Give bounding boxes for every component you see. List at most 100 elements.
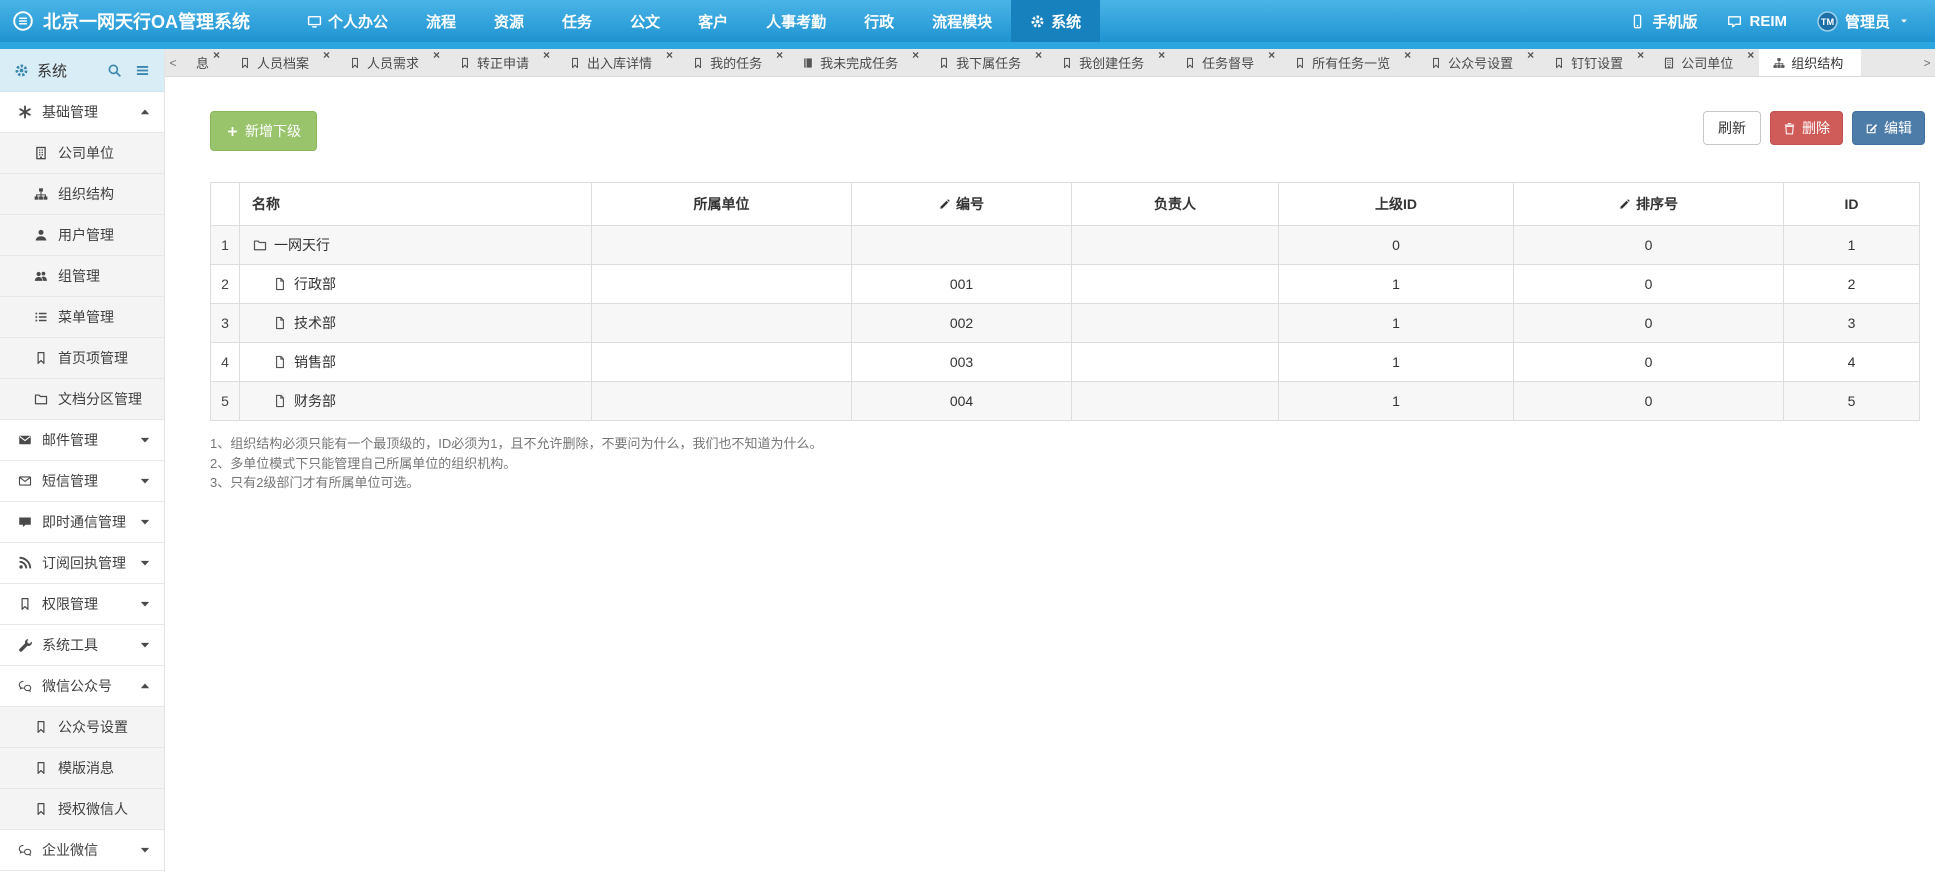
nav-item-0[interactable]: 个人办公 xyxy=(288,0,407,42)
close-icon[interactable]: × xyxy=(666,49,673,62)
user-name: 管理员 xyxy=(1844,13,1890,31)
note-line-2: 3、只有2级部门才有所属单位可选。 xyxy=(210,475,420,490)
sidebar-item-14[interactable]: 微信公众号 xyxy=(0,666,164,707)
tab-5[interactable]: 我的任务 × xyxy=(678,49,788,76)
sidebar-item-6[interactable]: 首页项管理 xyxy=(0,338,164,379)
close-icon[interactable]: × xyxy=(213,49,220,62)
cell-sort: 0 xyxy=(1513,225,1784,265)
close-icon[interactable]: × xyxy=(1268,49,1275,62)
close-icon[interactable]: × xyxy=(776,49,783,62)
sidebar-item-0[interactable]: 基础管理 xyxy=(0,92,164,133)
bookmark-icon xyxy=(692,57,704,69)
reim-link[interactable]: REIM xyxy=(1727,13,1787,30)
bookmark-icon xyxy=(32,761,49,775)
cell-value: 3 xyxy=(1847,315,1856,331)
table-row-1[interactable]: 2 行政部 001 1 0 2 xyxy=(210,264,1920,304)
close-icon[interactable]: × xyxy=(1527,49,1534,62)
refresh-button[interactable]: 刷新 xyxy=(1703,111,1761,145)
tab-6[interactable]: 我未完成任务 × xyxy=(788,49,924,76)
user-menu[interactable]: TM 管理员 xyxy=(1817,10,1909,32)
nav-item-2[interactable]: 资源 xyxy=(475,0,543,42)
cell-name: 销售部 xyxy=(239,342,592,382)
tab-4[interactable]: 出入库详情 × xyxy=(555,49,678,76)
close-icon[interactable]: × xyxy=(1747,49,1754,62)
tab-label: 公司单位 xyxy=(1681,56,1734,71)
search-icon[interactable] xyxy=(107,63,122,78)
tab-scroll-right[interactable]: > xyxy=(1919,49,1935,76)
tab-14[interactable]: 组织结构 xyxy=(1759,49,1862,76)
sidebar-item-7[interactable]: 文档分区管理 xyxy=(0,379,164,420)
tab-8[interactable]: 我创建任务 × xyxy=(1047,49,1170,76)
sidebar-item-17[interactable]: 授权微信人 xyxy=(0,789,164,830)
delete-button[interactable]: 删除 xyxy=(1770,111,1843,145)
tab-13[interactable]: 公司单位 × xyxy=(1649,49,1759,76)
table-row-0[interactable]: 1 一网天行 0 0 1 xyxy=(210,225,1920,265)
sidebar-item-15[interactable]: 公众号设置 xyxy=(0,707,164,748)
nav-item-1[interactable]: 流程 xyxy=(407,0,475,42)
nav-item-label: 流程模块 xyxy=(932,13,993,31)
nav-item-4[interactable]: 公文 xyxy=(611,0,679,42)
mobile-version-label: 手机版 xyxy=(1652,13,1698,31)
close-icon[interactable]: × xyxy=(543,49,550,62)
tab-1[interactable]: 人员档案 × xyxy=(225,49,335,76)
close-icon[interactable]: × xyxy=(1404,49,1411,62)
nav-item-5[interactable]: 客户 xyxy=(679,0,747,42)
tab-scroll-left[interactable]: < xyxy=(165,49,181,76)
gear-icon xyxy=(14,63,29,78)
sidebar-item-8[interactable]: 邮件管理 xyxy=(0,420,164,461)
bookmark-icon xyxy=(1184,57,1196,69)
nav-item-7[interactable]: 行政 xyxy=(845,0,913,42)
mobile-version-link[interactable]: 手机版 xyxy=(1630,11,1697,32)
nav-item-9[interactable]: 系统 xyxy=(1011,0,1101,42)
sidebar-item-label: 权限管理 xyxy=(42,596,98,612)
sidebar-item-5[interactable]: 菜单管理 xyxy=(0,297,164,338)
tab-9[interactable]: 任务督导 × xyxy=(1170,49,1280,76)
tab-0[interactable]: 息 × xyxy=(181,49,225,76)
close-icon[interactable]: × xyxy=(1035,49,1042,62)
sidebar-item-9[interactable]: 短信管理 xyxy=(0,461,164,502)
table-row-2[interactable]: 3 技术部 002 1 0 3 xyxy=(210,303,1920,343)
menu-toggle-icon[interactable] xyxy=(135,63,150,78)
col-header-7: ID xyxy=(1783,182,1920,226)
sidebar-item-3[interactable]: 用户管理 xyxy=(0,215,164,256)
close-icon[interactable]: × xyxy=(323,49,330,62)
tab-2[interactable]: 人员需求 × xyxy=(335,49,445,76)
edit-button[interactable]: 编辑 xyxy=(1852,111,1925,145)
bookmark-icon xyxy=(16,597,33,611)
sidebar-item-label: 菜单管理 xyxy=(58,309,114,325)
sidebar-item-4[interactable]: 组管理 xyxy=(0,256,164,297)
close-icon[interactable]: × xyxy=(912,49,919,62)
bookmark-icon xyxy=(1061,57,1073,69)
table-header-row: 名称 所属单位 编号 负责人 上级ID 排序号 ID xyxy=(210,182,1920,226)
sidebar-item-2[interactable]: 组织结构 xyxy=(0,174,164,215)
cell-parent_id: 1 xyxy=(1278,264,1514,304)
col-header-5: 上级ID xyxy=(1278,182,1514,226)
sidebar-item-16[interactable]: 模版消息 xyxy=(0,748,164,789)
table-row-4[interactable]: 5 财务部 004 1 0 5 xyxy=(210,381,1920,421)
close-icon[interactable]: × xyxy=(1158,49,1165,62)
sidebar-item-13[interactable]: 系统工具 xyxy=(0,625,164,666)
sidebar-item-1[interactable]: 公司单位 xyxy=(0,133,164,174)
tab-3[interactable]: 转正申请 × xyxy=(445,49,555,76)
sidebar-item-18[interactable]: 企业微信 xyxy=(0,830,164,871)
sidebar-item-11[interactable]: 订阅回执管理 xyxy=(0,543,164,584)
footnotes: 1、组织结构必须只能有一个最顶级的，ID必须为1，且不允许删除，不要问为什么，我… xyxy=(210,434,1925,493)
bookmark-icon xyxy=(349,57,361,69)
cell-code: 001 xyxy=(851,264,1072,304)
nav-item-8[interactable]: 流程模块 xyxy=(913,0,1011,42)
nav-item-6[interactable]: 人事考勤 xyxy=(747,0,845,42)
caret-down-icon xyxy=(136,556,153,570)
close-icon[interactable]: × xyxy=(1637,49,1644,62)
cell-sort: 0 xyxy=(1513,303,1784,343)
cell-unit xyxy=(591,303,852,343)
nav-item-3[interactable]: 任务 xyxy=(543,0,611,42)
close-icon[interactable]: × xyxy=(433,49,440,62)
tab-12[interactable]: 钉钉设置 × xyxy=(1539,49,1649,76)
add-child-button[interactable]: 新增下级 xyxy=(210,111,317,151)
tab-11[interactable]: 公众号设置 × xyxy=(1416,49,1539,76)
sidebar-item-12[interactable]: 权限管理 xyxy=(0,584,164,625)
table-row-3[interactable]: 4 销售部 003 1 0 4 xyxy=(210,342,1920,382)
sidebar-item-10[interactable]: 即时通信管理 xyxy=(0,502,164,543)
tab-10[interactable]: 所有任务一览 × xyxy=(1280,49,1416,76)
tab-7[interactable]: 我下属任务 × xyxy=(924,49,1047,76)
